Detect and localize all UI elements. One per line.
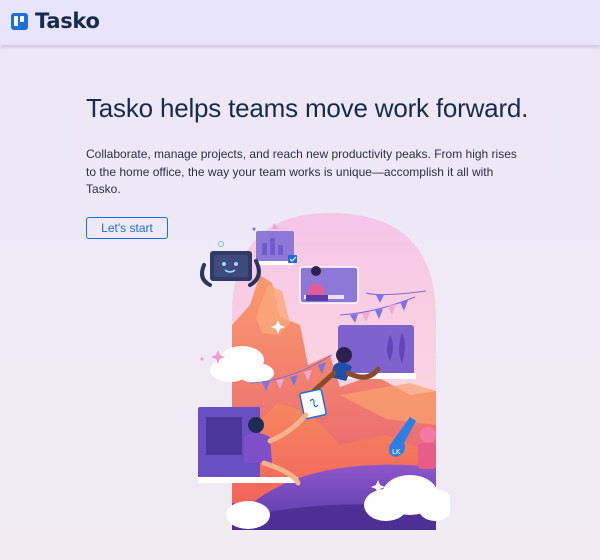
- hero-illustration: LK: [198, 213, 450, 530]
- top-bar: Tasko: [0, 0, 600, 45]
- lets-start-button[interactable]: Let's start: [86, 217, 168, 239]
- page-title: Tasko helps teams move work forward.: [86, 93, 529, 123]
- svg-text:LK: LK: [392, 448, 401, 456]
- brand-name[interactable]: Tasko: [35, 9, 100, 33]
- board-logo-icon[interactable]: [11, 13, 28, 30]
- hero-subtitle: Collaborate, manage projects, and reach …: [86, 147, 517, 196]
